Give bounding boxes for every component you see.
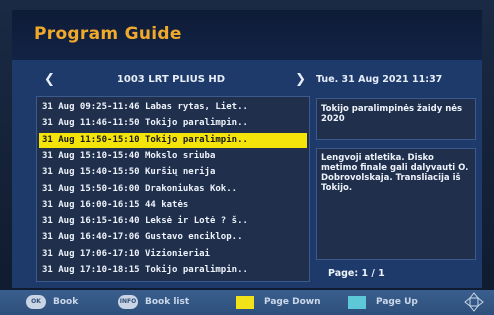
program-row[interactable]: 31 Aug 15:10-15:40 Mokslo sriuba <box>39 149 307 164</box>
page-down-label: Page Down <box>264 297 321 307</box>
channel-name: 1003 LRT PLIUS HD <box>116 74 226 85</box>
channel-selector: ❮ 1003 LRT PLIUS HD ❯ <box>36 70 306 92</box>
program-row[interactable]: 31 Aug 16:40-17:06 Gustavo enciklop.. <box>39 230 307 245</box>
program-row[interactable]: 31 Aug 17:06-17:10 Vizionieriai <box>39 247 307 262</box>
header: Program Guide <box>12 10 482 60</box>
info-key-icon: INFO <box>118 295 138 309</box>
footer-bar: OK Book INFO Book list Page Down Page Up <box>0 290 494 315</box>
page-title: Program Guide <box>34 24 182 44</box>
book-label: Book <box>53 297 79 307</box>
chevron-right-icon[interactable]: ❯ <box>295 72 306 87</box>
program-guide-screen: Program Guide ❮ 1003 LRT PLIUS HD ❯ Tue.… <box>12 10 482 288</box>
cyan-key-icon <box>348 296 366 309</box>
book-list-label: Book list <box>145 297 190 307</box>
program-row[interactable]: 31 Aug 15:50-16:00 Drakoniukas Kok.. <box>39 182 307 197</box>
program-list: 31 Aug 09:25-11:46 Labas rytas, Liet.. 31… <box>36 96 310 282</box>
program-row[interactable]: 31 Aug 11:46-11:50 Tokijo paralimpin.. <box>39 116 307 131</box>
program-description-panel: Lengvoji atletika. Disko metimo finale g… <box>316 148 476 260</box>
program-row[interactable]: 31 Aug 16:00-16:15 44 katės <box>39 198 307 213</box>
program-title-panel: Tokijo paralimpinės žaidy nės 2020 <box>316 98 476 140</box>
ok-key-icon: OK <box>26 295 46 309</box>
page-indicator: Page: 1 / 1 <box>328 268 385 279</box>
page-up-label: Page Up <box>376 297 418 307</box>
yellow-key-icon <box>236 296 254 309</box>
program-row[interactable]: 31 Aug 11:50-15:10 Tokijo paralimpin.. <box>39 132 307 148</box>
program-row[interactable]: 31 Aug 09:25-11:46 Labas rytas, Liet.. <box>39 100 307 115</box>
program-row[interactable]: 31 Aug 17:10-18:15 Tokijo paralimpin.. <box>39 263 307 278</box>
program-row[interactable]: 31 Aug 15:40-15:50 Kuršių nerija <box>39 165 307 180</box>
program-row[interactable]: 31 Aug 16:15-16:40 Leksė ir Lotė ? š.. <box>39 214 307 229</box>
current-datetime: Tue. 31 Aug 2021 11:37 <box>316 74 443 85</box>
nav-arrows-icon <box>464 292 484 312</box>
